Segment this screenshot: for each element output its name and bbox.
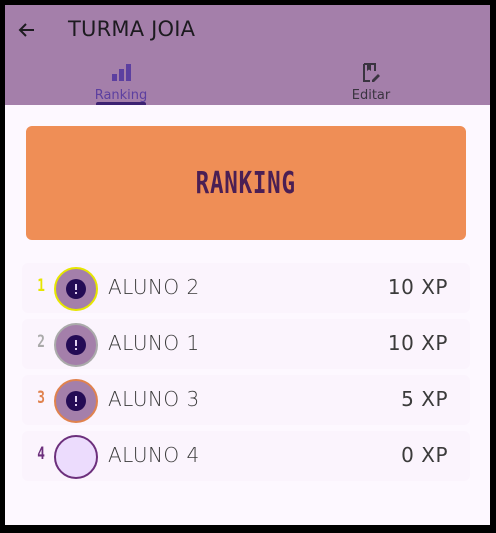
student-name: ALUNO 4: [108, 443, 200, 467]
student-xp: 10 XP: [387, 275, 448, 299]
tab-editar[interactable]: Editar: [311, 61, 431, 105]
alert-icon: [66, 335, 86, 355]
avatar: [54, 379, 98, 423]
student-xp: 10 XP: [387, 331, 448, 355]
tab-ranking[interactable]: Ranking: [61, 61, 181, 105]
rank-position: 4: [37, 444, 45, 464]
student-xp: 5 XP: [401, 387, 448, 411]
app-frame: TURMA JOIA Ranking Editar RANKING 1 ALUN…: [5, 5, 490, 525]
rank-position: 1: [37, 276, 45, 296]
tab-editar-label: Editar: [351, 88, 391, 103]
alert-icon: [66, 391, 86, 411]
avatar: [54, 267, 98, 311]
student-name: ALUNO 1: [108, 331, 200, 355]
list-item[interactable]: 3 ALUNO 3 5 XP: [22, 375, 470, 425]
page-title: TURMA JOIA: [68, 17, 196, 41]
rank-position: 3: [37, 388, 45, 408]
back-button[interactable]: [15, 18, 39, 42]
edit-note-icon: [359, 61, 383, 85]
student-name: ALUNO 3: [108, 387, 200, 411]
ranking-banner: RANKING: [26, 126, 466, 240]
app-bar: TURMA JOIA Ranking Editar: [5, 5, 490, 105]
rank-position: 2: [37, 332, 45, 352]
avatar: [54, 435, 98, 479]
tab-ranking-label: Ranking: [94, 88, 148, 103]
list-item[interactable]: 1 ALUNO 2 10 XP: [22, 263, 470, 313]
student-name: ALUNO 2: [108, 275, 200, 299]
alert-icon: [66, 279, 86, 299]
list-item[interactable]: 2 ALUNO 1 10 XP: [22, 319, 470, 369]
arrow-left-icon: [18, 23, 34, 37]
tab-indicator: [96, 102, 146, 105]
bar-chart-icon: [109, 61, 133, 85]
avatar: [54, 323, 98, 367]
student-xp: 0 XP: [401, 443, 448, 467]
list-item[interactable]: 4 ALUNO 4 0 XP: [22, 431, 470, 481]
banner-title: RANKING: [195, 165, 297, 201]
